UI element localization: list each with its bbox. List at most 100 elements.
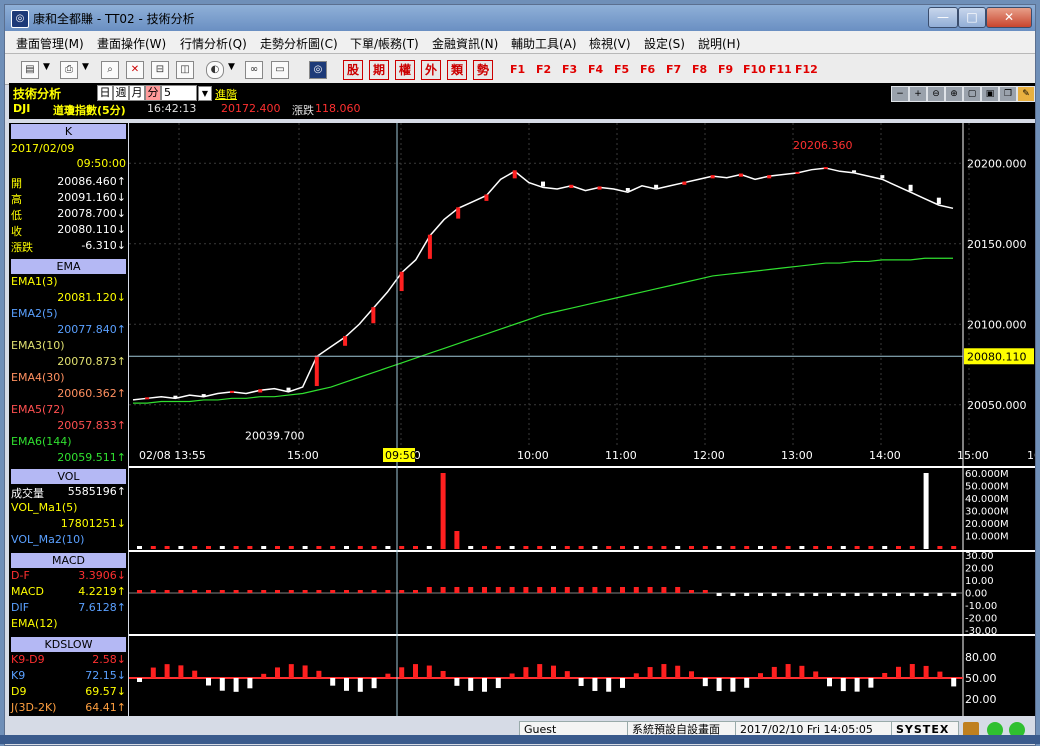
kd-bar [909, 664, 915, 678]
zoom-in-icon[interactable]: ⊕ [945, 86, 963, 102]
panel_kd-label: J(3D-2K) [11, 701, 57, 714]
fkey-f12[interactable]: F12 [795, 63, 818, 76]
interval-dropdown-icon[interactable]: ▼ [198, 86, 212, 101]
options-button[interactable]: 權 [395, 60, 415, 80]
kd-bar [771, 666, 777, 678]
menu-settings[interactable]: 設定(S) [644, 35, 685, 52]
kd-bar [578, 678, 584, 686]
chart-area[interactable]: 20200.000 20150.000 20100.000 20050.000 02/0… [129, 123, 1035, 716]
menu-quote-analysis[interactable]: 行情分析(Q) [180, 35, 247, 52]
fkey-f10[interactable]: F10 [743, 63, 766, 76]
menu-view[interactable]: 檢視(V) [589, 35, 631, 52]
kd-bar [951, 678, 957, 687]
menu-help[interactable]: 說明(H) [698, 35, 740, 52]
draw-tool-icon[interactable]: ✎ [1017, 86, 1035, 102]
layout-icon[interactable]: ▤ [21, 61, 39, 79]
title-bar[interactable]: ◎ 康和全都賺 - TT02 - 技術分析 — □ ✕ [5, 5, 1035, 31]
menu-aux-tools[interactable]: 輔助工具(A) [511, 35, 577, 52]
macd-header[interactable]: MACD [11, 553, 126, 568]
ema-header[interactable]: EMA [11, 259, 126, 274]
category-button[interactable]: 類 [447, 60, 467, 80]
maximize-button[interactable]: □ [958, 7, 986, 28]
refresh-dropdown-icon[interactable]: ▼ [228, 62, 235, 72]
futures-button[interactable]: 期 [369, 60, 389, 80]
kd-bar [275, 667, 280, 678]
comment-icon[interactable]: ▢ [963, 86, 981, 102]
tile-icon[interactable]: ⊟ [151, 61, 169, 79]
macd-bar [247, 590, 253, 593]
kd-bar [882, 672, 888, 678]
volume-bar [813, 546, 819, 549]
crosshair-time-label: 09:50 [385, 449, 417, 462]
minimize-button[interactable]: — [928, 7, 958, 28]
period-week-tab[interactable]: 週 [113, 85, 129, 101]
fkey-f2[interactable]: F2 [536, 63, 551, 76]
period-month-tab[interactable]: 月 [129, 85, 145, 101]
trend-button[interactable]: 勢 [473, 60, 493, 80]
minus-tool-icon[interactable]: − [891, 86, 909, 102]
search-icon[interactable]: ⌕ [101, 61, 119, 79]
menu-screen-manage[interactable]: 畫面管理(M) [16, 35, 84, 52]
layout-dropdown-icon[interactable]: ▼ [43, 62, 50, 72]
print-dropdown-icon[interactable]: ▼ [82, 62, 89, 72]
volume-tick-label: 30.000M [965, 507, 1009, 518]
indicator-panel: K 2017/02/09 09:50:00 開 20086.460↑ 高 20091.… [9, 123, 128, 716]
time-tick-label: 13:00 [781, 449, 813, 462]
menu-screen-operate[interactable]: 畫面操作(W) [97, 35, 166, 52]
split-icon[interactable]: ◫ [176, 61, 194, 79]
interval-select[interactable]: 5 [161, 85, 197, 101]
chart-svg[interactable]: 20200.000 20150.000 20100.000 20050.000 02/0… [129, 123, 1035, 716]
fkey-f5[interactable]: F5 [614, 63, 629, 76]
fkey-f9[interactable]: F9 [718, 63, 733, 76]
stock-button[interactable]: 股 [343, 60, 363, 80]
candle-body [399, 271, 404, 292]
menu-order-account[interactable]: 下單/帳務(T) [350, 35, 419, 52]
macd-bar [882, 593, 888, 596]
close-button[interactable]: ✕ [986, 7, 1032, 28]
vol-header[interactable]: VOL [11, 469, 126, 484]
fkey-f8[interactable]: F8 [692, 63, 707, 76]
refresh-icon[interactable]: ◐ [206, 61, 224, 79]
volume-bar [261, 546, 267, 549]
app-window: ◎ 康和全都賺 - TT02 - 技術分析 — □ ✕ 畫面管理(M) 畫面操作… [4, 4, 1036, 746]
candle-body [625, 188, 630, 192]
volume-bar [178, 546, 184, 549]
fkey-f11[interactable]: F11 [769, 63, 792, 76]
menu-finance-info[interactable]: 金融資訊(N) [432, 35, 498, 52]
print-icon[interactable]: ⎙ [60, 61, 78, 79]
period-day-tab[interactable]: 日 [97, 85, 113, 101]
menu-trend-chart[interactable]: 走勢分析圖(C) [260, 35, 338, 52]
macd-bar [192, 590, 198, 593]
advanced-link[interactable]: 進階 [215, 86, 237, 102]
kd-header[interactable]: KDSLOW [11, 637, 126, 652]
foreign-button[interactable]: 外 [421, 60, 441, 80]
kd-bar [840, 678, 846, 692]
macd-bar [923, 593, 929, 596]
kd-bar [606, 678, 612, 692]
save-icon[interactable]: ▣ [981, 86, 999, 102]
volume-tick-label: 50.000M [965, 482, 1009, 493]
zoom-out-icon[interactable]: ⊖ [927, 86, 945, 102]
close-window-icon[interactable]: ✕ [126, 61, 144, 79]
macd-tick-label: 0.00 [965, 589, 987, 600]
k-row-label: 高 [11, 193, 22, 206]
time-tick-label: 12:00 [693, 449, 725, 462]
time-tick-label: 10:00 [517, 449, 549, 462]
candle-body [201, 394, 206, 397]
link-icon[interactable]: ∞ [245, 61, 263, 79]
k-header[interactable]: K [11, 124, 126, 139]
fkey-f3[interactable]: F3 [562, 63, 577, 76]
fkey-f6[interactable]: F6 [640, 63, 655, 76]
fkey-f7[interactable]: F7 [666, 63, 681, 76]
period-minute-tab[interactable]: 分 [145, 85, 161, 101]
kd-bar [192, 670, 198, 678]
fkey-f4[interactable]: F4 [588, 63, 603, 76]
volume-bar [675, 546, 681, 549]
fkey-f1[interactable]: F1 [510, 63, 525, 76]
macd-bar [758, 593, 763, 596]
monitor-icon[interactable]: ▭ [271, 61, 289, 79]
plus-tool-icon[interactable]: + [909, 86, 927, 102]
candle-body [936, 197, 941, 205]
company-logo-icon[interactable]: ◎ [309, 61, 327, 79]
window-icon[interactable]: ❐ [999, 86, 1017, 102]
